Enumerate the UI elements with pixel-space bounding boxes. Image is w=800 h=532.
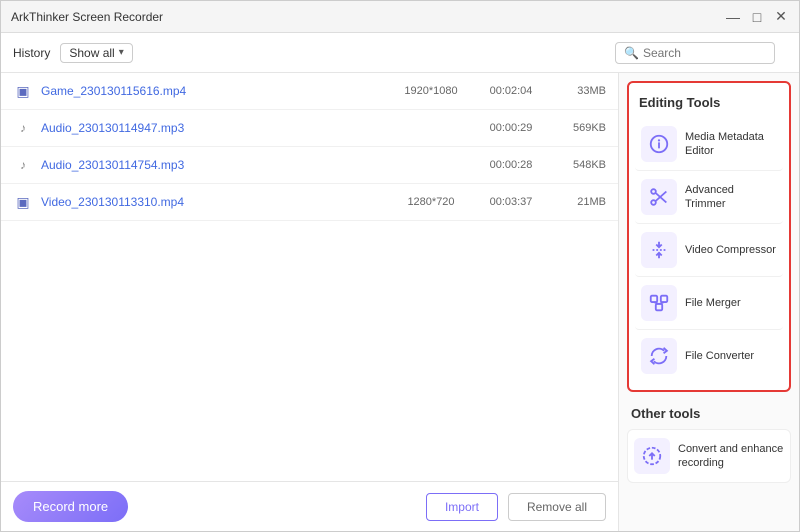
tool-item-file-merger[interactable]: File Merger: [635, 277, 783, 330]
video-compressor-label: Video Compressor: [685, 243, 776, 257]
convert-enhance-label: Convert and enhance recording: [678, 442, 784, 471]
file-converter-icon-wrap: [641, 338, 677, 374]
file-resolution: 1280*720: [386, 196, 476, 208]
left-panel: ▣ Game_230130115616.mp4 1920*1080 00:02:…: [1, 73, 619, 531]
table-row[interactable]: ♪ Audio_230130114754.mp3 00:00:28 548KB: [1, 147, 618, 184]
file-size: 569KB: [546, 122, 606, 134]
file-merger-label: File Merger: [685, 296, 741, 310]
file-merger-icon-wrap: [641, 285, 677, 321]
advanced-trimmer-label: Advanced Trimmer: [685, 183, 777, 212]
file-size: 21MB: [546, 196, 606, 208]
file-size: 548KB: [546, 159, 606, 171]
file-resolution: 1920*1080: [386, 85, 476, 97]
import-button[interactable]: Import: [426, 493, 498, 521]
main-content: ▣ Game_230130115616.mp4 1920*1080 00:02:…: [1, 73, 799, 531]
file-converter-label: File Converter: [685, 349, 754, 363]
file-name: Game_230130115616.mp4: [41, 84, 386, 98]
file-size: 33MB: [546, 85, 606, 97]
history-label: History: [13, 46, 50, 60]
table-row[interactable]: ♪ Audio_230130114947.mp3 00:00:29 569KB: [1, 110, 618, 147]
merge-icon: [648, 292, 670, 314]
table-row[interactable]: ▣ Game_230130115616.mp4 1920*1080 00:02:…: [1, 73, 618, 110]
audio-file-icon: ♪: [13, 155, 33, 175]
close-button[interactable]: ✕: [773, 9, 789, 25]
file-list: ▣ Game_230130115616.mp4 1920*1080 00:02:…: [1, 73, 618, 481]
tool-item-file-converter[interactable]: File Converter: [635, 330, 783, 382]
video-compressor-icon-wrap: [641, 232, 677, 268]
file-duration: 00:02:04: [476, 85, 546, 97]
other-tools-title: Other tools: [627, 400, 791, 429]
tool-item-video-compressor[interactable]: Video Compressor: [635, 224, 783, 277]
search-box: 🔍: [615, 42, 775, 64]
file-duration: 00:03:37: [476, 196, 546, 208]
remove-all-button[interactable]: Remove all: [508, 493, 606, 521]
enhance-icon: [641, 445, 663, 467]
table-row[interactable]: ▣ Video_230130113310.mp4 1280*720 00:03:…: [1, 184, 618, 221]
tool-item-convert-enhance[interactable]: Convert and enhance recording: [627, 429, 791, 483]
search-input[interactable]: [643, 46, 766, 60]
video-file-icon: ▣: [13, 81, 33, 101]
file-duration: 00:00:29: [476, 122, 546, 134]
compress-icon: [648, 239, 670, 261]
maximize-button[interactable]: □: [749, 9, 765, 25]
chevron-down-icon: ▾: [119, 47, 124, 58]
video-file-icon: ▣: [13, 192, 33, 212]
scissors-icon: [648, 186, 670, 208]
title-bar: ArkThinker Screen Recorder — □ ✕: [1, 1, 799, 33]
tool-item-media-metadata-editor[interactable]: Media Metadata Editor: [635, 118, 783, 171]
media-metadata-editor-label: Media Metadata Editor: [685, 130, 777, 159]
record-more-button[interactable]: Record more: [13, 491, 128, 522]
advanced-trimmer-icon-wrap: [641, 179, 677, 215]
media-metadata-editor-icon-wrap: [641, 126, 677, 162]
file-name: Audio_230130114754.mp3: [41, 158, 386, 172]
main-window: ArkThinker Screen Recorder — □ ✕ History…: [0, 0, 800, 532]
file-name: Video_230130113310.mp4: [41, 195, 386, 209]
file-name: Audio_230130114947.mp3: [41, 121, 386, 135]
search-icon: 🔍: [624, 46, 639, 60]
minimize-button[interactable]: —: [725, 9, 741, 25]
file-duration: 00:00:28: [476, 159, 546, 171]
toolbar: History Show all ▾ 🔍: [1, 33, 799, 73]
bottom-right-buttons: Import Remove all: [426, 493, 606, 521]
show-all-dropdown[interactable]: Show all ▾: [60, 43, 132, 63]
right-panel: Editing Tools Media Metadata Editor: [619, 73, 799, 531]
editing-tools-section: Editing Tools Media Metadata Editor: [627, 81, 791, 392]
editing-tools-title: Editing Tools: [635, 91, 783, 118]
bottom-bar: Record more Import Remove all: [1, 481, 618, 531]
audio-file-icon: ♪: [13, 118, 33, 138]
tool-item-advanced-trimmer[interactable]: Advanced Trimmer: [635, 171, 783, 224]
convert-enhance-icon-wrap: [634, 438, 670, 474]
window-title: ArkThinker Screen Recorder: [11, 10, 163, 24]
convert-icon: [648, 345, 670, 367]
other-tools-section: Other tools Convert and enhance recordin…: [627, 400, 791, 483]
show-all-label: Show all: [69, 46, 114, 60]
info-icon: [648, 133, 670, 155]
window-controls: — □ ✕: [725, 9, 789, 25]
